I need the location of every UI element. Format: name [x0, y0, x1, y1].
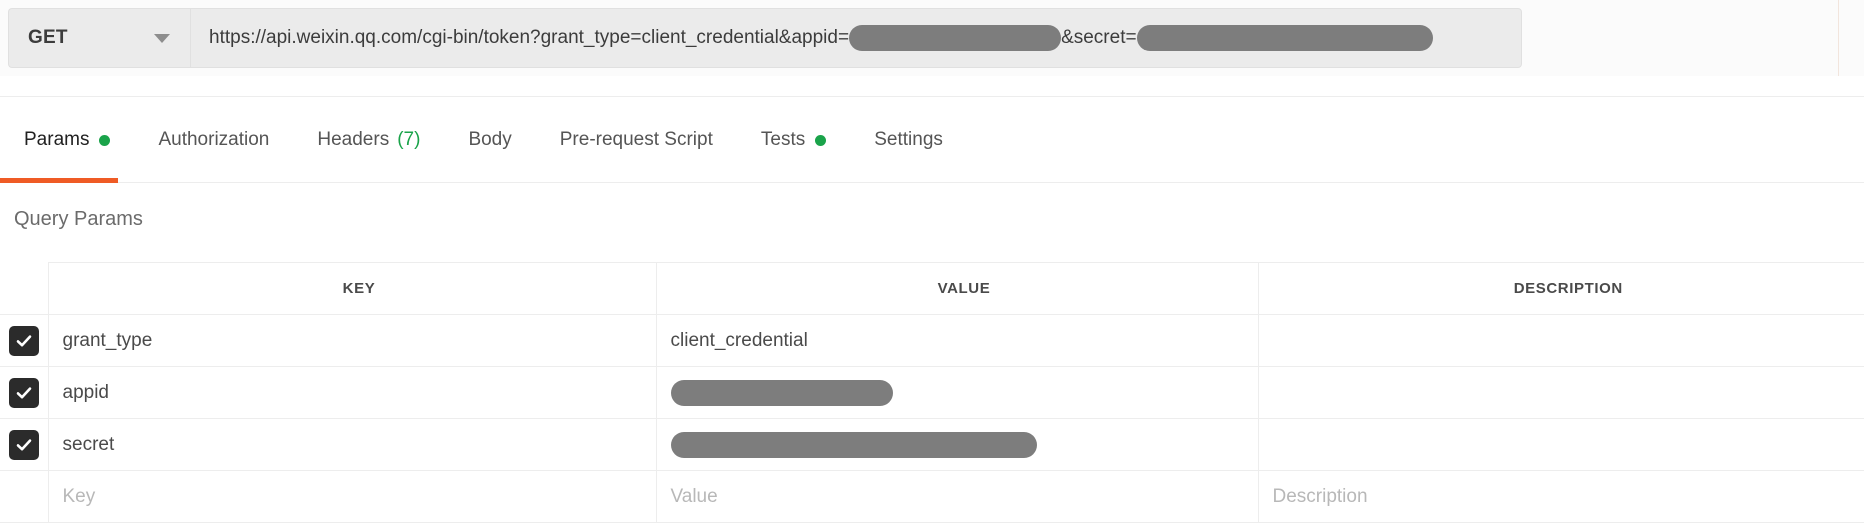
- column-header-value: VALUE: [937, 280, 991, 297]
- appid-redaction-bar: [849, 25, 1062, 51]
- column-header-description: DESCRIPTION: [1513, 280, 1623, 297]
- row-value-cell[interactable]: [656, 418, 1259, 471]
- tab-headers[interactable]: Headers (7): [293, 97, 444, 183]
- table-row: grant_type client_credential: [0, 314, 1864, 367]
- new-row-key-placeholder: Key: [62, 485, 96, 507]
- tab-status-dot-icon: [99, 134, 111, 146]
- row-value-text: client_credential: [670, 329, 808, 351]
- row-enabled-checkbox[interactable]: [8, 429, 39, 460]
- row-key-cell[interactable]: secret: [48, 418, 657, 471]
- query-params-table: KEY VALUE DESCRIPTION grant_type client_c…: [0, 262, 1864, 523]
- new-row-description-placeholder: Description: [1272, 485, 1368, 507]
- tab-label: Tests: [760, 129, 806, 150]
- row-description-cell[interactable]: [1258, 314, 1864, 367]
- query-params-title: Query Params: [14, 208, 143, 230]
- row-value-cell[interactable]: [656, 366, 1259, 419]
- header-cell-value: VALUE: [656, 262, 1259, 315]
- table-row: secret: [0, 418, 1864, 471]
- http-method-dropdown[interactable]: GET: [8, 8, 190, 68]
- url-input[interactable]: https://api.weixin.qq.com/cgi-bin/token?…: [190, 8, 1522, 68]
- row-key-cell[interactable]: appid: [48, 366, 657, 419]
- new-row-value-input[interactable]: Value: [656, 470, 1259, 523]
- http-method-label: GET: [28, 27, 68, 48]
- row-value-cell[interactable]: client_credential: [656, 314, 1259, 367]
- tab-list: Params Authorization Headers (7) Body Pre-req…: [0, 97, 967, 183]
- tab-count-badge: (7): [397, 129, 421, 150]
- tab-body[interactable]: Body: [444, 97, 535, 183]
- header-cell-checkbox: [0, 262, 49, 315]
- table-header-row: KEY VALUE DESCRIPTION: [0, 262, 1864, 315]
- column-header-key: KEY: [342, 280, 376, 297]
- secret-redaction-bar: [1136, 25, 1433, 51]
- tab-label: Headers: [317, 129, 390, 150]
- request-tab-bar: Params Authorization Headers (7) Body Pre-req…: [0, 96, 1864, 183]
- row-key-cell[interactable]: grant_type: [48, 314, 657, 367]
- url-text: https://api.weixin.qq.com/cgi-bin/token?…: [209, 25, 1433, 51]
- table-body: grant_type client_credentialappid secret Ke…: [0, 314, 1864, 523]
- new-row-key-input[interactable]: Key: [48, 470, 657, 523]
- header-cell-description: DESCRIPTION: [1258, 262, 1864, 315]
- row-checkbox-cell: [0, 418, 49, 471]
- tab-settings[interactable]: Settings: [850, 97, 967, 183]
- row-enabled-checkbox[interactable]: [8, 325, 39, 356]
- header-cell-key: KEY: [48, 262, 657, 315]
- request-bar: GET https://api.weixin.qq.com/cgi-bin/to…: [0, 0, 1864, 76]
- new-row-value-placeholder: Value: [670, 485, 718, 507]
- table-row-new: Key Value Description: [0, 470, 1864, 523]
- tab-label: Settings: [874, 129, 943, 150]
- row-description-cell[interactable]: [1258, 418, 1864, 471]
- tab-authorization[interactable]: Authorization: [134, 97, 293, 183]
- row-checkbox-cell: [0, 366, 49, 419]
- tab-label: Body: [468, 129, 512, 150]
- tab-label: Authorization: [158, 129, 270, 150]
- row-key-text: grant_type: [62, 329, 153, 351]
- row-checkbox-cell: [0, 314, 49, 367]
- new-row-description-input[interactable]: Description: [1258, 470, 1864, 523]
- row-value-redaction-bar: [670, 431, 1037, 458]
- row-value-redaction-bar: [670, 379, 893, 406]
- row-key-text: appid: [62, 381, 110, 403]
- row-description-cell[interactable]: [1258, 366, 1864, 419]
- url-middle-text: &secret=: [1061, 27, 1137, 48]
- chevron-down-icon: [154, 33, 170, 43]
- tab-label: Pre-request Script: [559, 129, 713, 150]
- tab-status-dot-icon: [815, 134, 827, 146]
- row-key-text: secret: [62, 433, 115, 455]
- tab-params[interactable]: Params: [0, 97, 134, 183]
- tab-label: Params: [24, 129, 90, 150]
- row-enabled-checkbox[interactable]: [8, 377, 39, 408]
- tab-tests[interactable]: Tests: [737, 97, 850, 183]
- tab-pre-request-script[interactable]: Pre-request Script: [536, 97, 737, 183]
- table-row: appid: [0, 366, 1864, 419]
- new-row-checkbox-cell: [0, 470, 49, 523]
- send-button-area: [1838, 0, 1864, 76]
- url-prefix-text: https://api.weixin.qq.com/cgi-bin/token?…: [209, 27, 850, 48]
